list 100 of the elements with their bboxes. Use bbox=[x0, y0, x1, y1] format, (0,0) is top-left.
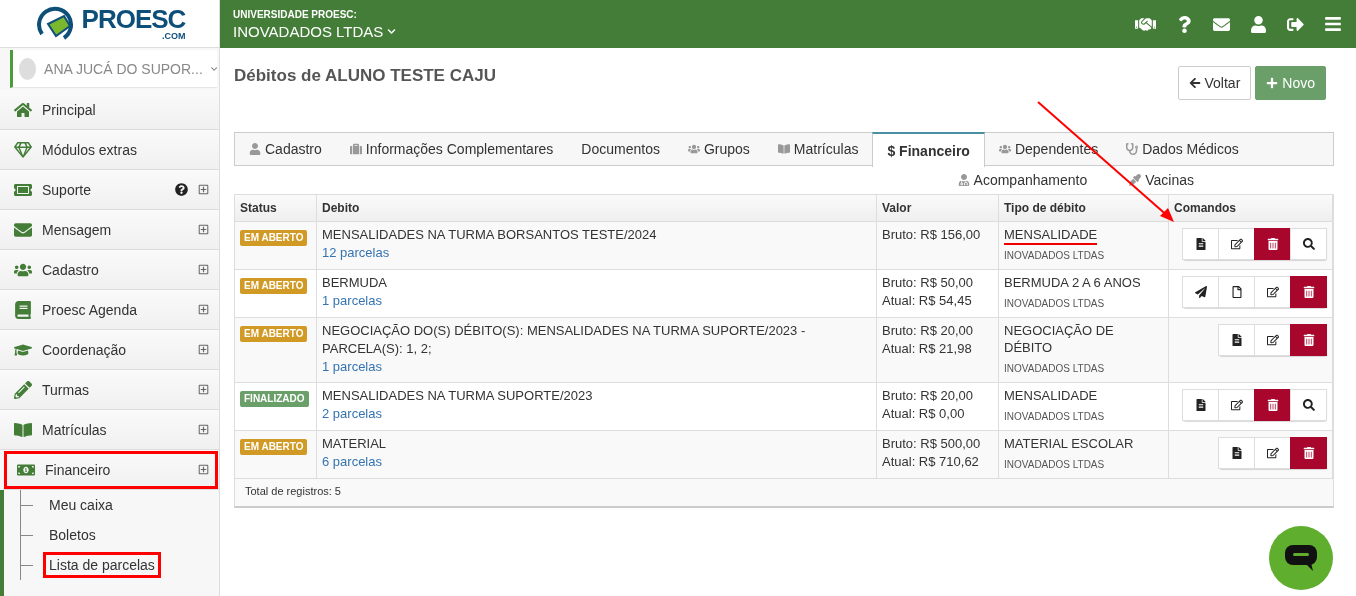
expand-icon[interactable] bbox=[198, 224, 209, 235]
expand-icon[interactable] bbox=[198, 304, 209, 315]
tab[interactable]: Acompanhamento bbox=[943, 172, 1102, 188]
installments-link[interactable]: 2 parcelas bbox=[322, 405, 871, 423]
edit-button[interactable] bbox=[1254, 324, 1291, 356]
diamond-icon bbox=[14, 140, 32, 159]
delete-button[interactable] bbox=[1290, 324, 1327, 356]
file-icon bbox=[1230, 286, 1243, 298]
back-button[interactable]: Voltar bbox=[1177, 66, 1252, 100]
user-icon[interactable] bbox=[1250, 15, 1267, 33]
document-button[interactable] bbox=[1218, 437, 1255, 469]
tab[interactable]: Grupos bbox=[673, 133, 764, 165]
document-button[interactable] bbox=[1218, 324, 1255, 356]
expand-icon[interactable] bbox=[198, 344, 209, 355]
document-button[interactable] bbox=[1182, 389, 1219, 421]
status-badge: EM ABERTO bbox=[240, 278, 308, 294]
company-name: INOVADADOS LTDAS bbox=[1004, 249, 1106, 263]
expand-icon[interactable] bbox=[198, 264, 209, 275]
avatar-icon bbox=[19, 57, 37, 80]
search-button[interactable] bbox=[1290, 389, 1327, 421]
tab[interactable]: $ Financeiro bbox=[872, 132, 985, 167]
column-header: Comandos bbox=[1169, 195, 1333, 222]
status-badge: EM ABERTO bbox=[240, 326, 308, 342]
column-header: Status bbox=[235, 195, 317, 222]
debit-description: MATERIAL bbox=[322, 435, 388, 453]
search-button[interactable] bbox=[1290, 228, 1327, 260]
expand-icon[interactable] bbox=[198, 184, 209, 195]
amount-text: Bruto: R$ 20,00 bbox=[882, 322, 975, 340]
status-badge: EM ABERTO bbox=[240, 439, 308, 455]
edit-button[interactable] bbox=[1254, 437, 1291, 469]
debit-type: MENSALIDADE bbox=[1004, 387, 1098, 405]
amount-text: Bruto: R$ 156,00 bbox=[882, 226, 982, 244]
amount-text: Bruto: R$ 50,00 bbox=[882, 274, 975, 292]
delete-button[interactable] bbox=[1254, 389, 1291, 421]
expand-icon[interactable] bbox=[198, 384, 209, 395]
sidebar-item[interactable]: Financeiro bbox=[3, 450, 219, 490]
org-label: UNIVERSIDADE PROESC: bbox=[233, 8, 358, 20]
tab[interactable]: Documentos bbox=[567, 133, 674, 165]
submenu-item[interactable]: Boletos bbox=[43, 522, 102, 548]
send-button[interactable] bbox=[1182, 276, 1219, 308]
edit-icon bbox=[1230, 399, 1243, 411]
dropper-icon bbox=[1129, 174, 1142, 186]
user-menu[interactable]: ANA JUCÁ DO SUPOR... bbox=[10, 50, 217, 88]
open-book-icon bbox=[777, 143, 790, 155]
installments-link[interactable]: 1 parcelas bbox=[322, 292, 871, 310]
document-icon bbox=[1194, 238, 1207, 250]
envelope-icon bbox=[14, 220, 32, 239]
company-name: INOVADADOS LTDAS bbox=[1004, 458, 1106, 472]
document-icon bbox=[1194, 399, 1207, 411]
search-icon bbox=[1302, 238, 1315, 250]
tab[interactable]: Dados Médicos bbox=[1112, 133, 1253, 165]
arrow-left-icon bbox=[1188, 77, 1201, 89]
trash-icon bbox=[1302, 334, 1315, 346]
amount-text: Atual: R$ 710,62 bbox=[882, 453, 980, 471]
amount-text: Atual: R$ 21,98 bbox=[882, 340, 973, 358]
debit-description: BERMUDA bbox=[322, 274, 388, 292]
delete-button[interactable] bbox=[1290, 437, 1327, 469]
org-selector[interactable]: INOVADADOS LTDAS bbox=[233, 22, 1135, 40]
company-name: INOVADADOS LTDAS bbox=[1004, 410, 1106, 424]
logo-text: PROESC bbox=[81, 6, 186, 32]
document-button[interactable] bbox=[1182, 228, 1219, 260]
expand-icon[interactable] bbox=[198, 464, 209, 475]
file-button[interactable] bbox=[1218, 276, 1255, 308]
trash-icon bbox=[1266, 399, 1279, 411]
stethoscope-icon bbox=[1126, 143, 1139, 155]
submenu-item[interactable]: Lista de parcelas bbox=[43, 552, 161, 578]
trash-icon bbox=[1266, 238, 1279, 250]
debit-description: MENSALIDADES NA TURMA BORSANTOS TESTE/2024 bbox=[322, 226, 658, 244]
trash-icon bbox=[1302, 447, 1315, 459]
speech-bubble-icon bbox=[1285, 545, 1317, 571]
envelope-icon[interactable] bbox=[1213, 15, 1230, 33]
amount-text: Bruto: R$ 500,00 bbox=[882, 435, 982, 453]
delete-button[interactable] bbox=[1254, 228, 1291, 260]
suitcase-icon bbox=[349, 143, 362, 155]
installments-link[interactable]: 6 parcelas bbox=[322, 453, 871, 471]
help-icon[interactable] bbox=[1176, 15, 1193, 33]
tab[interactable]: Matrículas bbox=[763, 133, 873, 165]
submenu-item[interactable]: Meu caixa bbox=[43, 492, 119, 518]
open-book-icon bbox=[14, 420, 32, 439]
amount-text: Bruto: R$ 20,00 bbox=[882, 387, 975, 405]
column-header: Debito bbox=[317, 195, 877, 222]
book-icon bbox=[14, 300, 32, 319]
status-badge: FINALIZADO bbox=[240, 391, 309, 407]
column-header: Valor bbox=[877, 195, 999, 222]
logout-icon[interactable] bbox=[1287, 15, 1304, 33]
tab[interactable]: Vacinas bbox=[1115, 172, 1208, 188]
edit-button[interactable] bbox=[1218, 389, 1255, 421]
installments-link[interactable]: 12 parcelas bbox=[322, 244, 871, 262]
tab[interactable]: Cadastro bbox=[235, 133, 336, 165]
expand-icon[interactable] bbox=[198, 424, 209, 435]
document-icon bbox=[1230, 334, 1243, 346]
installments-link[interactable]: 1 parcelas bbox=[322, 358, 871, 376]
tab[interactable]: Informações Complementares bbox=[335, 133, 568, 165]
company-name: INOVADADOS LTDAS bbox=[1004, 297, 1106, 311]
menu-icon[interactable] bbox=[1324, 15, 1342, 33]
delete-button[interactable] bbox=[1290, 276, 1327, 308]
edit-button[interactable] bbox=[1218, 228, 1255, 260]
edit-button[interactable] bbox=[1254, 276, 1291, 308]
doctor-icon bbox=[957, 174, 970, 186]
trash-icon bbox=[1302, 286, 1315, 298]
